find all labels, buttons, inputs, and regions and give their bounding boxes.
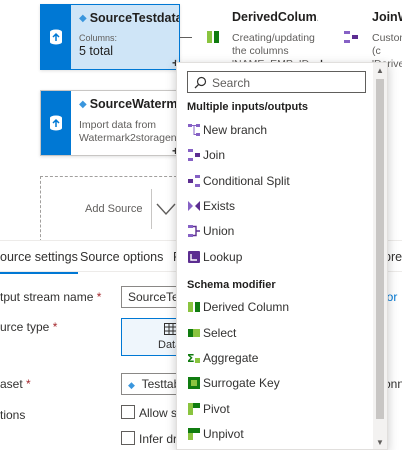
select-icon [188,329,200,337]
add-source-button[interactable]: Add Source [40,176,182,242]
dataset-select[interactable]: ◆ Testtab [121,373,183,395]
diamond-icon: ◆ [79,98,87,110]
menu-item-aggregate[interactable]: Σ Aggregate [177,346,373,371]
menu-item-lookup[interactable]: Lookup [177,245,373,270]
columns-label: Columns: [79,33,118,43]
search-placeholder: Search [212,76,251,90]
connector-line [180,37,192,38]
source-strip [41,5,71,69]
columns-value: 5 total [79,44,114,58]
output-stream-label: tput stream name * [0,290,102,304]
dataset-icon [50,29,62,45]
dataset-icon [50,115,62,131]
derived-column-node[interactable]: DerivedColumn Creating/updating the colu… [190,4,324,70]
join-node[interactable]: JoinWat Custom (c 'DerivedC 'SourceWa [330,4,402,70]
join-strip [336,4,366,70]
diamond-icon: ◆ [128,380,135,390]
add-source-label: Add Source [85,203,143,215]
tab-source-options[interactable]: Source options [80,250,163,264]
surrogate-key-icon [188,377,200,389]
derived-node-title: DerivedColumn [232,10,324,24]
scroll-up-icon[interactable]: ▲ [376,67,384,75]
unpivot-icon [188,428,200,440]
chevron-down-icon[interactable] [155,199,177,219]
allow-schema-drift-checkbox[interactable] [121,405,135,419]
search-icon [194,76,207,89]
pivot-icon [188,403,200,415]
infer-drifted-types-checkbox[interactable] [121,431,135,445]
join-icon [188,149,200,161]
search-input[interactable]: Search [187,71,366,93]
source-type-label: urce type * [0,320,58,334]
lookup-icon [188,251,200,263]
join-node-title: JoinWat [372,10,402,24]
menu-item-new-branch[interactable]: New branch [177,118,373,143]
watermark-strip [41,91,71,155]
join-icon [344,31,358,43]
svg-text:Σ: Σ [187,352,195,365]
source-node-title: ◆ SourceTestdataO... [79,11,179,25]
menu-item-join[interactable]: Join [177,143,373,168]
derived-column-icon [207,31,219,43]
exists-icon [188,201,200,211]
diamond-icon: ◆ [79,12,87,24]
new-branch-icon [188,124,200,136]
menu-item-pivot[interactable]: Pivot [177,397,373,422]
transform-dropdown-menu: Search Multiple inputs/outputs New branc… [176,62,388,450]
menu-item-surrogate-key[interactable]: Surrogate Key [177,371,373,396]
watermark-node-desc: Import data from Watermark2storagenew [79,119,179,144]
menu-item-conditional-split[interactable]: Conditional Split [177,169,373,194]
menu-item-unpivot[interactable]: Unpivot [177,422,373,447]
scroll-down-icon[interactable]: ▼ [376,439,384,447]
output-stream-input[interactable]: SourceTest [121,286,183,308]
source-node-watermark[interactable]: ◆ SourceWatermark Import data from Water… [40,90,180,156]
dropdown-scrollbar[interactable]: ▲ ▼ [373,63,387,449]
tab-source-settings[interactable]: ource settings [0,250,78,274]
menu-item-exists[interactable]: Exists [177,194,373,219]
conditional-split-icon [188,175,200,187]
dataset-label: aset * [0,377,31,391]
menu-item-union[interactable]: Union [177,219,373,244]
union-icon [188,225,200,237]
aggregate-icon: Σ [187,352,200,365]
derived-column-icon [188,302,200,312]
menu-item-select[interactable]: Select [177,321,373,346]
menu-item-derived-column[interactable]: Derived Column [177,295,373,320]
options-label: tions [0,408,26,422]
watermark-node-title: ◆ SourceWatermark [79,97,179,111]
section-multiple-inputs-outputs: Multiple inputs/outputs [187,101,308,113]
source-node-testdata[interactable]: ◆ SourceTestdataO... Columns: 5 total [40,4,180,70]
divider [151,189,152,229]
scroll-thumb[interactable] [376,79,384,419]
section-schema-modifier: Schema modifier [187,279,276,291]
